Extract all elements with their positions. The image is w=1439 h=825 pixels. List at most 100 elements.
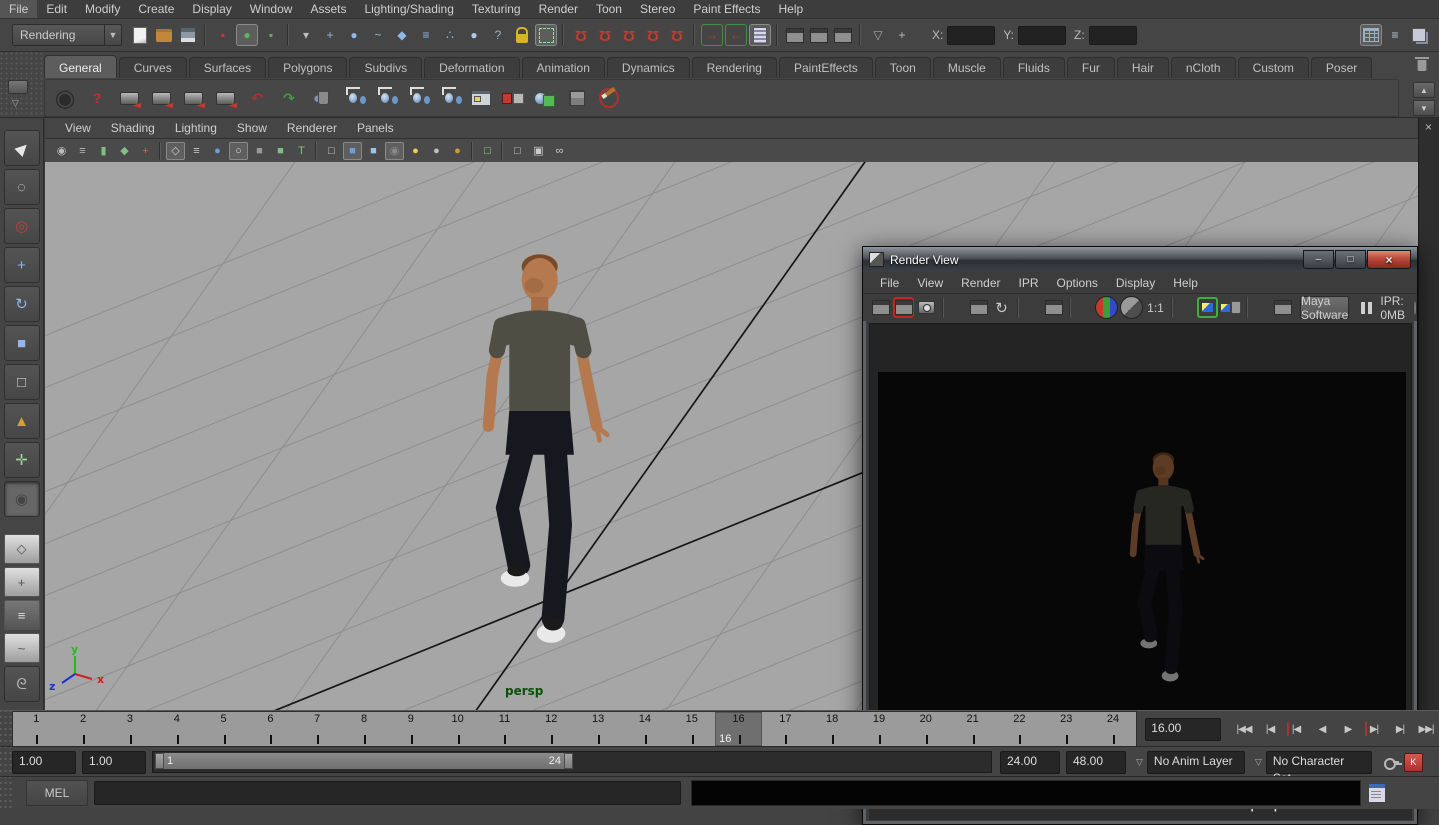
render-current-frame-icon[interactable] xyxy=(784,24,806,46)
render-view-titlebar[interactable]: Render View – □ × xyxy=(863,247,1417,272)
mel-toggle[interactable]: MEL xyxy=(26,780,88,806)
render-view-menu-item[interactable]: Display xyxy=(1107,274,1164,292)
menu-item[interactable]: Create xyxy=(129,0,183,18)
timeline-frame[interactable]: 11 xyxy=(481,712,528,746)
render-settings-icon[interactable] xyxy=(832,24,854,46)
render-view-toolbar-icon[interactable] xyxy=(942,297,963,318)
camera-orbit-icon[interactable] xyxy=(113,82,145,114)
remove-image-icon[interactable] xyxy=(1220,297,1241,318)
menu-item[interactable]: Modify xyxy=(76,0,129,18)
select-tool[interactable]: ▶ xyxy=(4,130,40,166)
menu-item[interactable]: Assets xyxy=(301,0,355,18)
panel-toolbar-icon[interactable] xyxy=(471,142,474,160)
render-view-menu-item[interactable]: Render xyxy=(952,274,1009,292)
textured-icon[interactable]: ■ xyxy=(364,142,383,160)
mask-curves-icon[interactable]: ~ xyxy=(367,24,389,46)
safe-action-icon[interactable]: ■ xyxy=(250,142,269,160)
gate-mask-icon[interactable]: ● xyxy=(208,142,227,160)
set-key-icon[interactable] xyxy=(1382,753,1400,771)
close-button[interactable]: × xyxy=(1367,250,1411,269)
render-view-menu-item[interactable]: View xyxy=(908,274,952,292)
timeline-frame[interactable]: 23 xyxy=(1043,712,1090,746)
step-forward-key-button[interactable]: ▶| xyxy=(1361,718,1387,740)
timeline-frame[interactable]: 14 xyxy=(622,712,669,746)
timeline-frame[interactable]: 19 xyxy=(856,712,903,746)
wireframe-icon[interactable]: □ xyxy=(322,142,341,160)
layout-outliner-persp-button[interactable]: ≡ xyxy=(4,600,40,630)
ipr-pause-icon[interactable] xyxy=(1361,302,1372,314)
show-manipulator-tool[interactable]: ✛ xyxy=(4,442,40,478)
select-camera-icon[interactable]: ◉ xyxy=(52,142,71,160)
smooth-shade-icon[interactable]: ■ xyxy=(343,142,362,160)
shelf-menu-arrow-icon[interactable]: ▽ xyxy=(12,98,19,109)
selection-mask-menu-icon[interactable]: ▾ xyxy=(295,24,317,46)
transform-menu-icon[interactable]: ▽ xyxy=(867,24,889,46)
zoom-one-to-one[interactable]: 1:1 xyxy=(1145,297,1166,318)
lighting-selected-icon[interactable]: ● xyxy=(448,142,467,160)
select-by-component-icon[interactable]: ▪ xyxy=(260,24,282,46)
output-connections-icon[interactable]: ← xyxy=(725,24,747,46)
timeline-frame[interactable]: 3 xyxy=(107,712,154,746)
current-time-field[interactable]: 16.00 xyxy=(1145,718,1221,741)
ik-spline-icon[interactable] xyxy=(401,82,433,114)
panel-menu-item[interactable]: Show xyxy=(227,119,277,137)
open-scene-icon[interactable] xyxy=(153,24,175,46)
anim-layer-field[interactable]: No Anim Layer xyxy=(1147,751,1245,774)
menu-item[interactable]: Help xyxy=(770,0,813,18)
shelf-tab[interactable]: PaintEffects xyxy=(779,57,873,78)
animation-end-field[interactable]: 48.00 xyxy=(1066,751,1126,774)
playback-start-field[interactable]: 1.00 xyxy=(82,751,146,774)
shelf-tab[interactable]: Poser xyxy=(1311,57,1372,78)
shelf-tab[interactable]: Animation xyxy=(522,57,605,78)
region-render-icon[interactable] xyxy=(1043,297,1064,318)
channel-box-icon[interactable] xyxy=(1360,24,1382,46)
panel-toolbar-icon[interactable] xyxy=(501,142,504,160)
toolbar-icon[interactable] xyxy=(776,24,779,46)
z-input[interactable] xyxy=(1089,26,1137,45)
timeline-frame[interactable]: 12 xyxy=(528,712,575,746)
auto-keyframe-toggle[interactable]: K xyxy=(1404,753,1423,772)
timeline-frame[interactable]: 10 xyxy=(434,712,481,746)
range-grip[interactable] xyxy=(0,747,12,777)
camera-track-icon[interactable] xyxy=(177,82,209,114)
mel-input[interactable] xyxy=(94,781,681,805)
lasso-select-tool[interactable]: ◌ xyxy=(4,169,40,205)
snap-to-grid-icon[interactable] xyxy=(570,24,592,46)
mask-handles-icon[interactable]: + xyxy=(319,24,341,46)
paint-effects-tool-icon[interactable]: ᘓ xyxy=(4,666,40,702)
menu-item[interactable]: Stereo xyxy=(631,0,684,18)
panel-menu-item[interactable]: Shading xyxy=(101,119,165,137)
layout-persp-graph-button[interactable]: ~ xyxy=(4,633,40,663)
shelf-tab[interactable]: Custom xyxy=(1238,57,1309,78)
minimize-button[interactable]: – xyxy=(1303,250,1334,269)
bookmark-icon[interactable]: ▮ xyxy=(94,142,113,160)
range-end-handle[interactable] xyxy=(564,753,573,769)
refresh-icon[interactable]: ↻ xyxy=(991,297,1012,318)
toolbar-icon[interactable] xyxy=(287,24,290,46)
character-set-field[interactable]: No Character Set xyxy=(1266,751,1372,774)
snap-to-curve-icon[interactable] xyxy=(594,24,616,46)
anim-layer-dropdown-icon[interactable]: ▽ xyxy=(1136,757,1143,768)
move-tool[interactable]: + xyxy=(4,247,40,283)
absolute-transform-icon[interactable]: + xyxy=(891,24,913,46)
play-forwards-button[interactable]: ▶ xyxy=(1335,718,1361,740)
shelf-tab[interactable]: Deformation xyxy=(424,57,519,78)
paint-script-icon[interactable] xyxy=(593,82,625,114)
attribute-editor-icon[interactable] xyxy=(1408,24,1430,46)
image-plane-icon[interactable]: ◆ xyxy=(115,142,134,160)
lighting-default-icon[interactable]: ● xyxy=(406,142,425,160)
menu-item[interactable]: Texturing xyxy=(463,0,530,18)
help-line-icon[interactable]: ? xyxy=(81,82,113,114)
mask-misc-icon[interactable]: ? xyxy=(487,24,509,46)
cube-array-icon[interactable] xyxy=(561,82,593,114)
timeline-grip[interactable] xyxy=(0,711,12,747)
construction-history-icon[interactable] xyxy=(749,24,771,46)
open-render-settings-icon[interactable] xyxy=(1272,297,1293,318)
resolution-gate-icon[interactable]: ≡ xyxy=(187,142,206,160)
rgb-channels-icon[interactable] xyxy=(1095,296,1118,319)
range-start-handle[interactable] xyxy=(155,753,164,769)
shelf-tab[interactable]: Subdivs xyxy=(349,57,422,78)
menu-item[interactable]: Window xyxy=(241,0,302,18)
shelf-tab[interactable]: Toon xyxy=(875,57,931,78)
tool-settings-icon[interactable]: ≡ xyxy=(1384,24,1406,46)
